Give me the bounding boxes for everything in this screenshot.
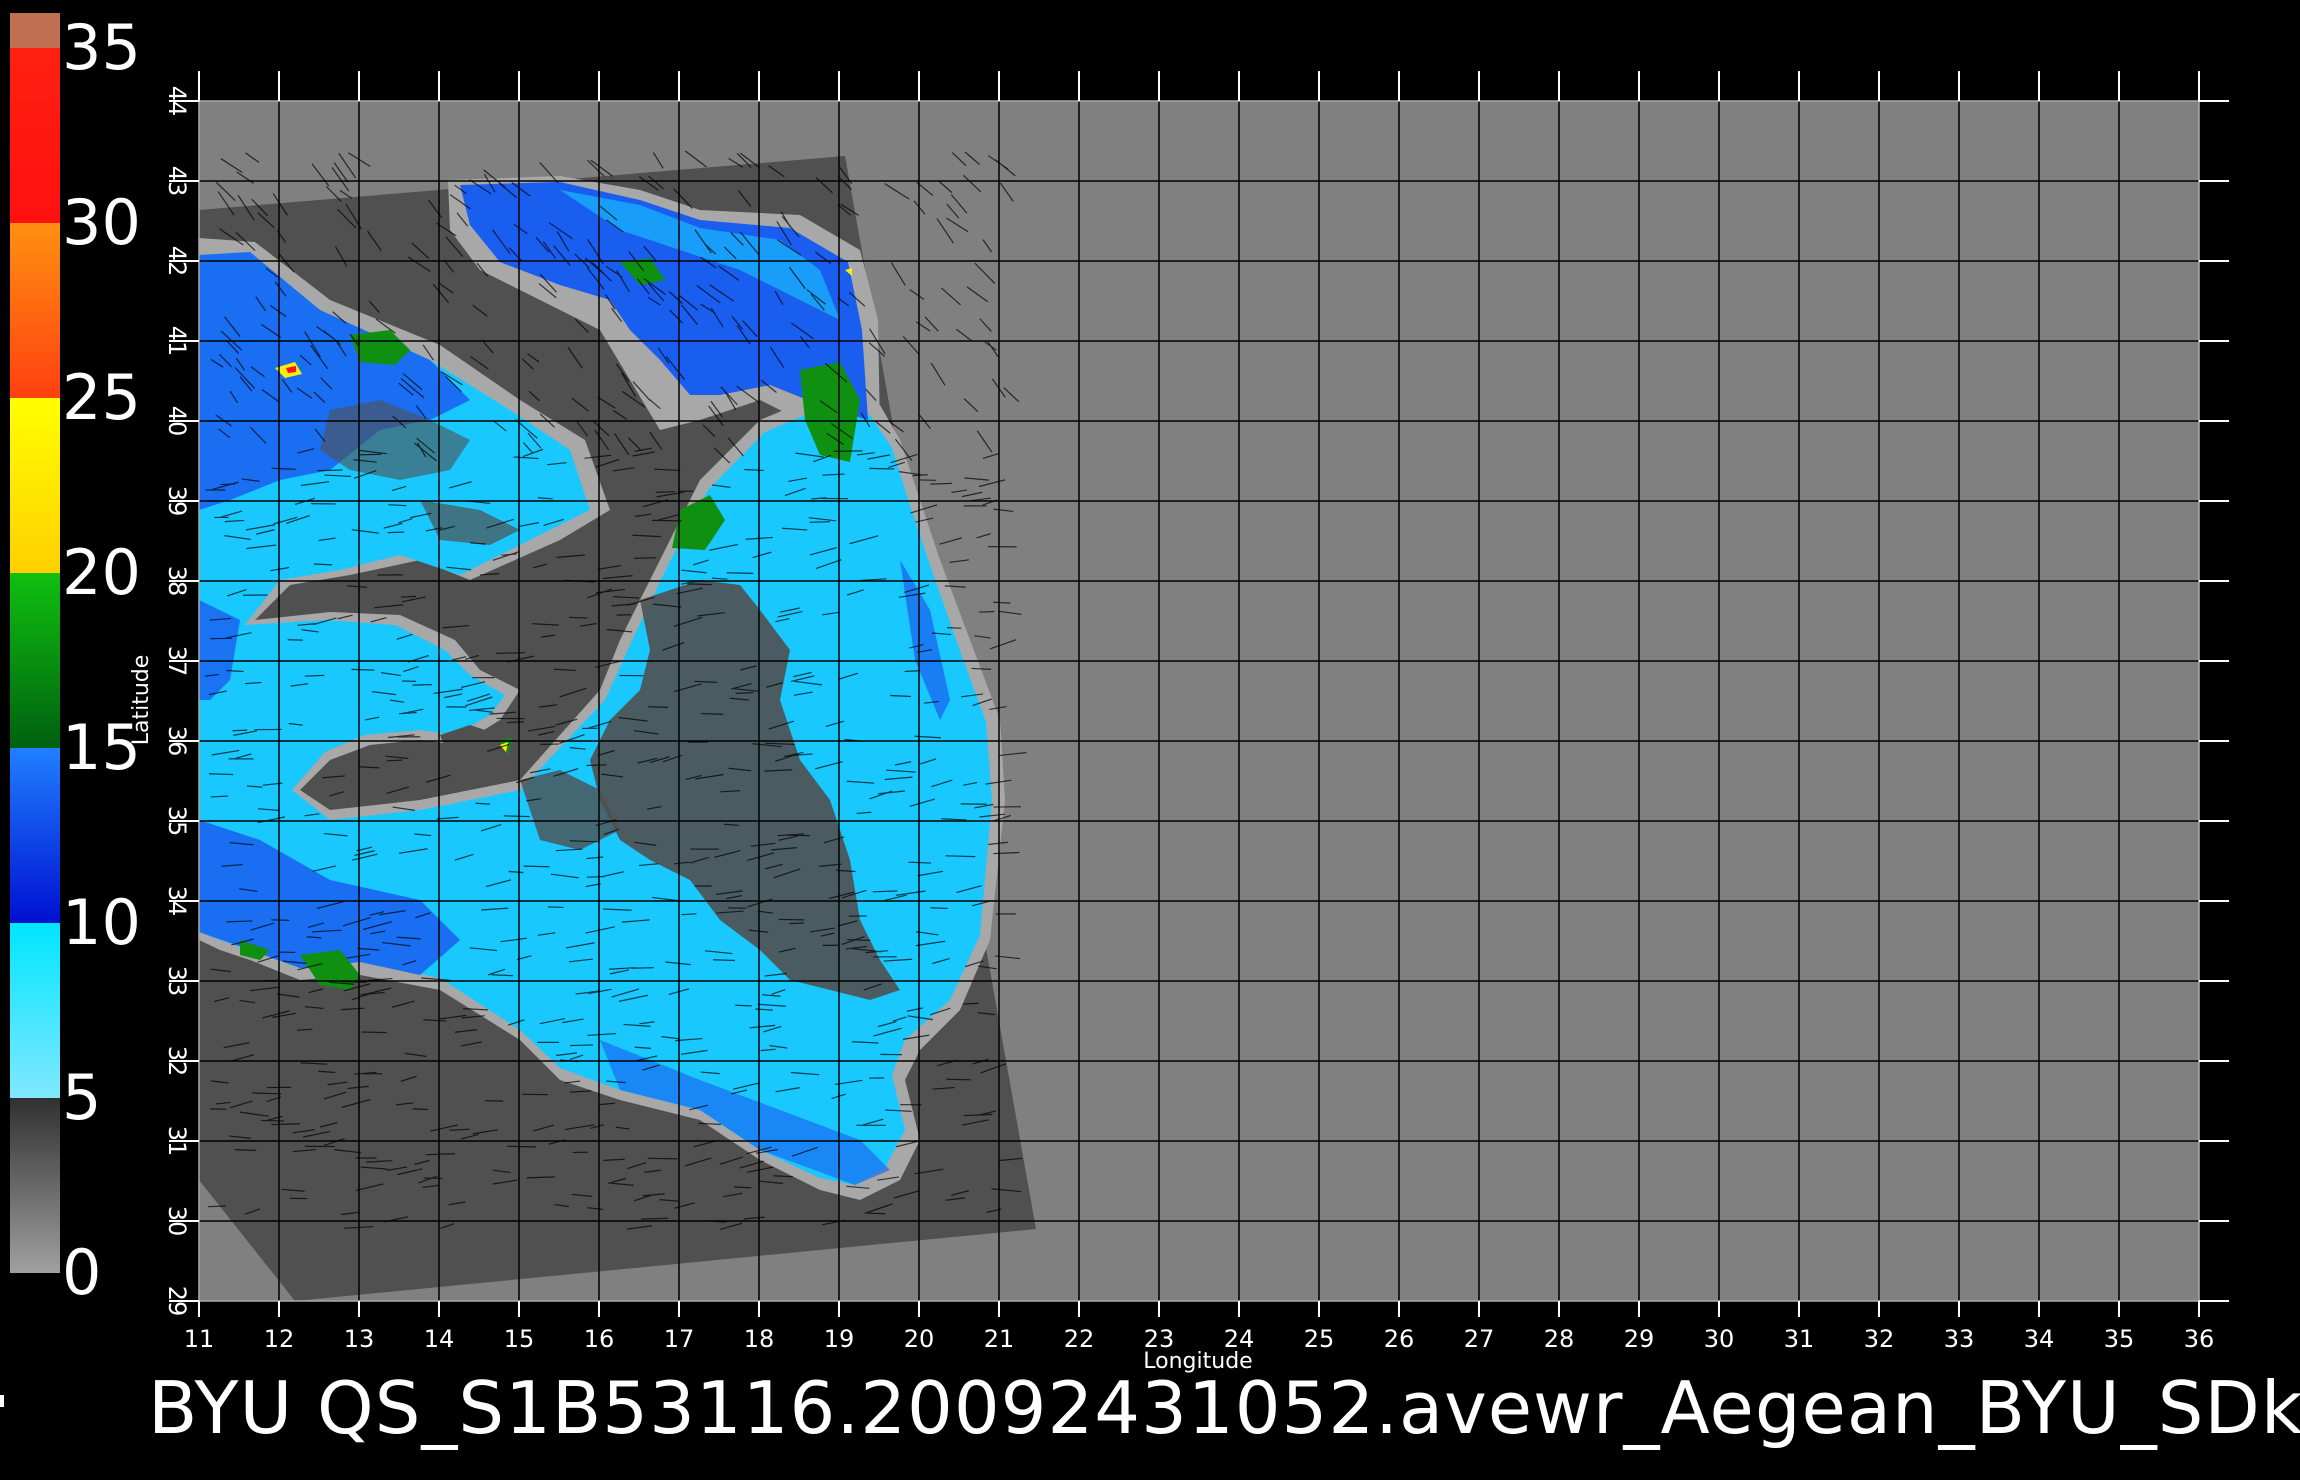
lat-tick-label: 38 [163,566,191,597]
lon-tick-label: 16 [584,1325,615,1353]
lon-tick-label: 33 [1944,1325,1975,1353]
latitude-tick-labels: 29 30 31 32 33 34 35 36 37 38 39 40 41 42 43 44 [163,86,191,1317]
wind-vector [387,531,405,534]
lon-tick-label: 34 [2024,1325,2055,1353]
lon-tick-label: 35 [2104,1325,2135,1353]
lon-tick-label: 29 [1624,1325,1655,1353]
wind-vector [207,1205,226,1208]
lon-tick-label: 28 [1544,1325,1575,1353]
left-edge-marker [0,1395,4,1407]
wind-vector [317,469,343,472]
wind-vector [507,1145,537,1148]
wind-vector [633,557,656,560]
wind-vector [946,627,962,629]
lat-tick-label: 39 [163,486,191,517]
wind-vector [351,668,375,671]
lat-tick-label: 35 [163,806,191,837]
lon-tick-label: 31 [1784,1325,1815,1353]
lon-tick-label: 12 [264,1325,295,1353]
lon-tick-label: 17 [664,1325,695,1353]
lon-tick-label: 11 [184,1325,215,1353]
wind-speed-map: 11 12 13 14 15 16 17 18 19 20 21 22 23 24 25 26 27 28 29 30… [129,71,2229,1374]
wind-vector [271,919,290,921]
lon-tick-label: 32 [1864,1325,1895,1353]
wind-vector [232,729,248,732]
lat-tick-label: 36 [163,726,191,757]
wind-vector [412,684,432,686]
lon-tick-label: 22 [1064,1325,1095,1353]
lat-tick-label: 32 [163,1046,191,1077]
wind-vector [260,1119,285,1122]
wind-vector [809,521,831,523]
wind-vector [523,865,550,868]
wind-vector [869,467,895,470]
lon-tick-label: 20 [904,1325,935,1353]
y-axis-label: Latitude [129,655,154,746]
lat-tick-label: 42 [163,246,191,277]
wind-vector [833,450,863,452]
lat-tick-label: 30 [163,1206,191,1237]
wind-vector [735,1004,752,1007]
wind-vector [386,759,403,762]
lat-tick-label: 44 [163,86,191,117]
wind-vector [847,938,871,941]
wind-vector [548,906,564,909]
wind-vector [726,572,754,574]
wind-vector [234,1148,257,1152]
lon-tick-label: 30 [1704,1325,1735,1353]
wind-vector [412,1108,428,1111]
lat-tick-label: 40 [163,406,191,437]
wind-vector [568,616,588,619]
wind-vector [713,959,735,962]
wind-vector [930,482,952,485]
wind-vector [930,907,948,910]
wind-vector [681,913,697,916]
wind-vector [735,692,754,694]
wind-vector [631,967,654,969]
lat-tick-label: 31 [163,1126,191,1157]
wind-vector [655,491,675,493]
wind-vector [586,764,607,767]
wind-vector [358,453,382,456]
wind-vector [651,519,682,522]
wind-vector [304,674,325,677]
lon-tick-label: 15 [504,1325,535,1353]
wind-vector [963,1002,979,1005]
lon-tick-label: 18 [744,1325,775,1353]
wind-vector [361,1031,387,1034]
wind-vector [701,712,724,715]
wind-vector [867,1212,886,1215]
wind-vector [648,706,668,708]
lon-tick-label: 19 [824,1325,855,1353]
wind-vector [946,1078,971,1081]
lon-tick-label: 21 [984,1325,1015,1353]
lon-tick-label: 26 [1384,1325,1415,1353]
wind-vector [341,981,367,983]
map-caption: BYU QS_S1B53116.20092431052.avewr_Aegean… [148,1366,2300,1450]
lat-tick-label: 43 [163,166,191,197]
lon-tick-label: 27 [1464,1325,1495,1353]
lat-tick-label: 41 [163,326,191,357]
lon-tick-label: 14 [424,1325,455,1353]
lat-tick-label: 37 [163,646,191,677]
lon-tick-label: 13 [344,1325,375,1353]
wind-vector [586,876,605,878]
lat-tick-label: 34 [163,886,191,917]
lat-tick-label: 29 [163,1286,191,1317]
wind-vector [647,1157,678,1160]
lat-tick-label: 33 [163,966,191,997]
wind-vector [503,815,530,818]
wind-vector [570,1044,594,1047]
wind-vector [945,855,976,858]
lon-tick-label: 36 [2184,1325,2215,1353]
lon-tick-label: 25 [1304,1325,1335,1353]
wind-vector [687,583,712,586]
wind-vector [979,610,995,613]
wind-vector [789,922,804,925]
wind-vector [495,652,526,654]
wind-vector [209,773,234,776]
